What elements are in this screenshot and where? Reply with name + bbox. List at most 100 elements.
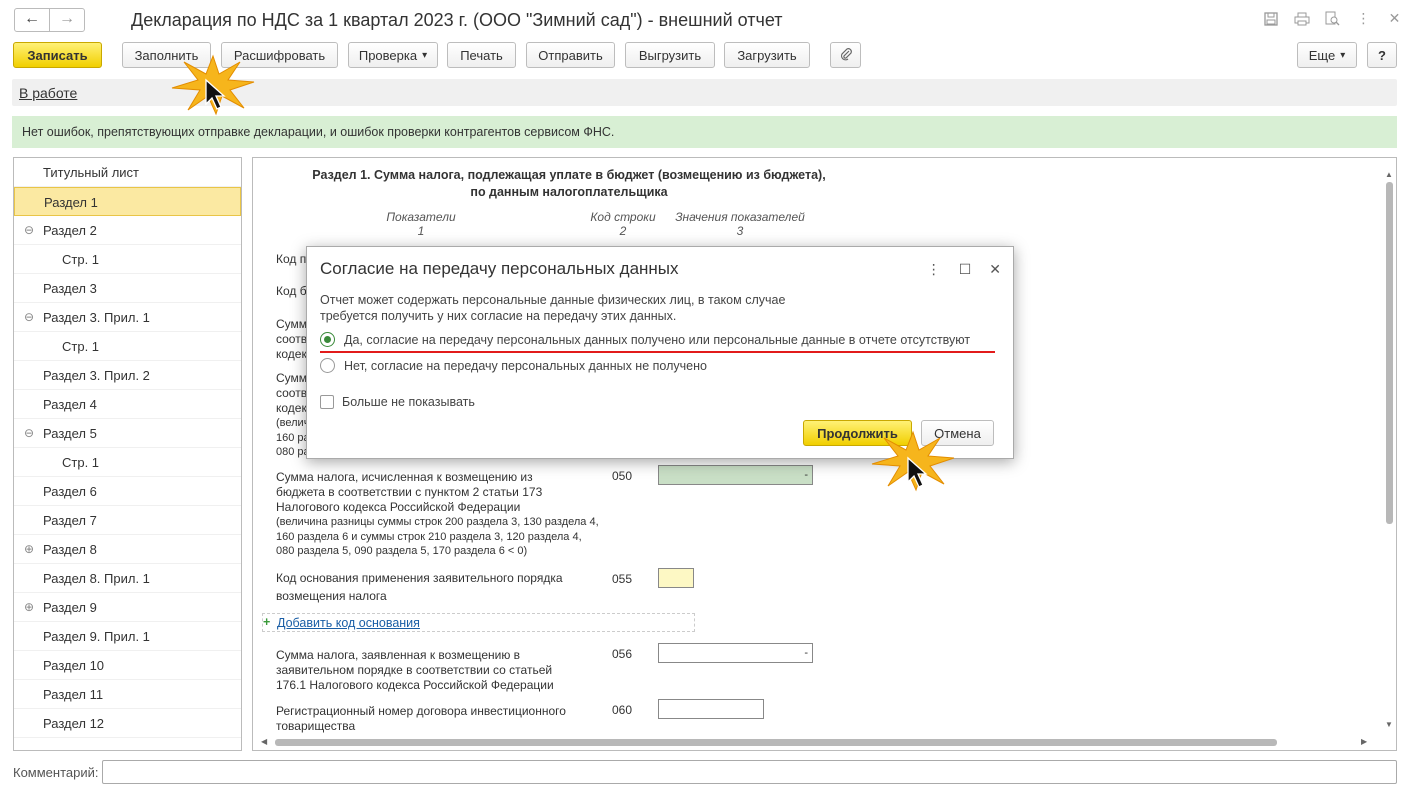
dialog-message-line: требуется получить у них согласие на пер… — [320, 309, 677, 323]
row-label-056: Сумма налога, заявленная к возмещению в … — [276, 648, 554, 693]
nav-item-section-3[interactable]: Раздел 3 — [14, 274, 241, 303]
option-label: Нет, согласие на передачу персональных д… — [344, 358, 707, 373]
check-dropdown-button[interactable]: Проверка ▾ — [348, 42, 438, 68]
value-field-050[interactable]: - — [658, 465, 813, 485]
radio-selected-icon[interactable] — [320, 332, 335, 347]
continue-button[interactable]: Продолжить — [803, 420, 912, 446]
print-icon[interactable] — [1293, 10, 1310, 27]
back-button[interactable]: ← — [14, 8, 50, 32]
nav-item-section-9-app-1[interactable]: Раздел 9. Прил. 1 — [14, 622, 241, 651]
section-nav: Титульный лист Раздел 1 ⊖ Раздел 2 Стр. 1… — [13, 157, 242, 751]
nav-item-section-5-page-1[interactable]: Стр. 1 — [14, 448, 241, 477]
value-field-055[interactable] — [658, 568, 694, 588]
maximize-icon[interactable]: ☐ — [959, 261, 972, 278]
option-label: Да, согласие на передачу персональных да… — [344, 332, 971, 347]
decode-button[interactable]: Расшифровать — [221, 42, 338, 68]
comment-input[interactable] — [102, 760, 1397, 784]
nav-item-section-5[interactable]: ⊖ Раздел 5 — [14, 419, 241, 448]
row-code-060: 060 — [612, 703, 633, 717]
collapse-icon[interactable]: ⊖ — [24, 216, 34, 245]
checkbox-icon[interactable] — [320, 395, 334, 409]
close-icon[interactable]: ✕ — [1386, 10, 1403, 27]
row-label-partial: Код б — [276, 284, 307, 298]
value-field-060[interactable] — [658, 699, 764, 719]
nav-item-section-1[interactable]: Раздел 1 — [14, 187, 241, 216]
scroll-up-icon[interactable]: ▲ — [1385, 170, 1393, 179]
row-label-line: Регистрационный номер договора инвестици… — [276, 704, 566, 718]
scrollbar-thumb[interactable] — [275, 739, 1277, 746]
consent-dialog: Согласие на передачу персональных данных… — [306, 246, 1014, 459]
collapse-icon[interactable]: ⊖ — [24, 303, 34, 332]
nav-item-label: Раздел 8 — [43, 542, 97, 557]
nav-item-section-10[interactable]: Раздел 10 — [14, 651, 241, 680]
nav-item-section-4[interactable]: Раздел 4 — [14, 390, 241, 419]
paperclip-icon — [839, 47, 853, 64]
horizontal-scrollbar[interactable]: ◀ ▶ — [261, 737, 1371, 747]
fill-button[interactable]: Заполнить — [122, 42, 211, 68]
dont-show-again-checkbox[interactable]: Больше не показывать — [320, 395, 475, 409]
export-button[interactable]: Выгрузить — [625, 42, 715, 68]
preview-icon[interactable] — [1324, 10, 1341, 27]
expand-icon[interactable]: ⊕ — [24, 593, 34, 622]
nav-item-label: Раздел 9 — [43, 600, 97, 615]
send-button[interactable]: Отправить — [526, 42, 615, 68]
attach-button[interactable] — [830, 42, 861, 68]
nav-item-section-11[interactable]: Раздел 11 — [14, 680, 241, 709]
more-button[interactable]: Еще ▾ — [1297, 42, 1357, 68]
scroll-down-icon[interactable]: ▼ — [1385, 720, 1393, 729]
nav-item-section-7[interactable]: Раздел 7 — [14, 506, 241, 535]
window-controls: ⋮ ✕ — [1262, 10, 1403, 27]
import-button[interactable]: Загрузить — [724, 42, 810, 68]
radio-unselected-icon[interactable] — [320, 358, 335, 373]
option-consent-yes[interactable]: Да, согласие на передачу персональных да… — [320, 332, 970, 347]
row-label-line: Сумма налога, заявленная к возмещению в — [276, 648, 521, 662]
nav-item-section-3-app-1[interactable]: ⊖ Раздел 3. Прил. 1 — [14, 303, 241, 332]
nav-item-label: Стр. 1 — [62, 339, 100, 354]
nav-item-label: Раздел 6 — [43, 484, 97, 499]
nav-item-section-6[interactable]: Раздел 6 — [14, 477, 241, 506]
nav-item-section-8-app-1[interactable]: Раздел 8. Прил. 1 — [14, 564, 241, 593]
cancel-button[interactable]: Отмена — [921, 420, 994, 446]
row-label-line: возмещения налога — [276, 589, 387, 603]
nav-item-label: Раздел 1 — [44, 195, 98, 210]
section-title: Раздел 1. Сумма налога, подлежащая уплат… — [289, 167, 849, 201]
expand-icon[interactable]: ⊕ — [24, 535, 34, 564]
nav-item-section-2[interactable]: ⊖ Раздел 2 — [14, 216, 241, 245]
scroll-left-icon[interactable]: ◀ — [261, 737, 267, 746]
nav-item-section-12[interactable]: Раздел 12 — [14, 709, 241, 738]
row-note-line: (велич — [276, 417, 310, 429]
option-consent-no[interactable]: Нет, согласие на передачу персональных д… — [320, 358, 707, 373]
dialog-message-line: Отчет может содержать персональные данны… — [320, 293, 786, 307]
column-header-code: Код строки 2 — [578, 210, 668, 238]
scroll-right-icon[interactable]: ▶ — [1361, 737, 1367, 746]
forward-button[interactable]: → — [49, 8, 85, 32]
nav-item-label: Стр. 1 — [62, 455, 100, 470]
value-field-056[interactable]: - — [658, 643, 813, 663]
scrollbar-thumb[interactable] — [1386, 182, 1393, 524]
column-header-number: 3 — [736, 224, 744, 238]
nav-item-title-page[interactable]: Титульный лист — [14, 158, 241, 187]
more-vertical-icon[interactable]: ⋮ — [927, 261, 941, 278]
nav-item-section-2-page-1[interactable]: Стр. 1 — [14, 245, 241, 274]
row-label-line: кодек — [276, 401, 307, 415]
nav-item-section-3-app-2[interactable]: Раздел 3. Прил. 2 — [14, 361, 241, 390]
save-disk-icon[interactable] — [1262, 10, 1279, 27]
row-note-line: (величина разницы суммы строк 200 раздел… — [276, 516, 599, 528]
add-code-link[interactable]: Добавить код основания — [277, 616, 420, 630]
vertical-scrollbar[interactable]: ▲ ▼ — [1384, 170, 1394, 730]
print-button[interactable]: Печать — [447, 42, 516, 68]
row-note-line: 080 ра — [276, 446, 310, 458]
nav-item-section-9[interactable]: ⊕ Раздел 9 — [14, 593, 241, 622]
save-button[interactable]: Записать — [13, 42, 102, 68]
nav-item-section-3-app-1-page-1[interactable]: Стр. 1 — [14, 332, 241, 361]
row-label-line: бюджета в соответствии с пунктом 2 стать… — [276, 485, 543, 499]
column-header-label: Значения показателей — [675, 210, 805, 224]
window-title: Декларация по НДС за 1 квартал 2023 г. (… — [131, 10, 783, 30]
more-vertical-icon[interactable]: ⋮ — [1355, 10, 1372, 27]
close-icon[interactable]: ✕ — [989, 261, 1001, 278]
arrow-right-icon: → — [59, 10, 75, 27]
status-link[interactable]: В работе — [19, 85, 77, 101]
collapse-icon[interactable]: ⊖ — [24, 419, 34, 448]
help-button[interactable]: ? — [1367, 42, 1397, 68]
nav-item-section-8[interactable]: ⊕ Раздел 8 — [14, 535, 241, 564]
